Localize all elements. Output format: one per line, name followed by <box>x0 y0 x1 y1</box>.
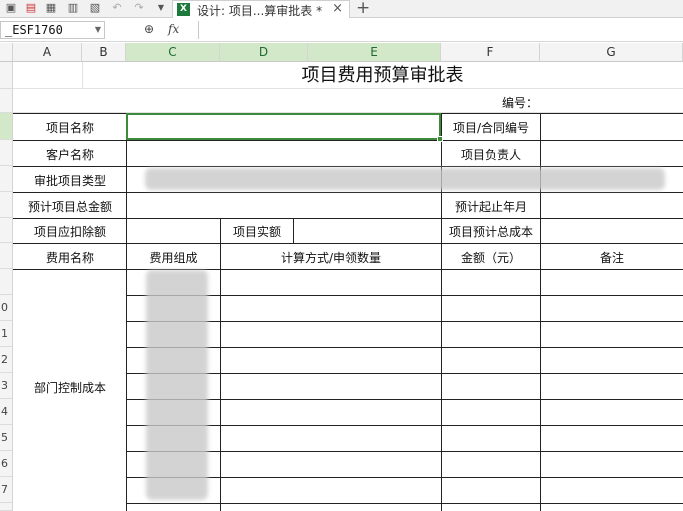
redacted-expense-items <box>146 270 208 500</box>
remarks-header[interactable]: 备注 <box>541 249 683 266</box>
estimated-cost-label[interactable]: 项目预计总成本 <box>442 223 540 240</box>
approval-type-label[interactable]: 审批项目类型 <box>14 172 126 189</box>
estimated-total-label[interactable]: 预计项目总金额 <box>14 198 126 215</box>
project-name-input[interactable] <box>126 113 441 140</box>
project-lead-label[interactable]: 项目负责人 <box>442 146 540 163</box>
amount-header[interactable]: 金额（元） <box>442 249 540 266</box>
expense-name-header[interactable]: 费用名称 <box>14 249 126 266</box>
estimated-period-label[interactable]: 预计起止年月 <box>442 198 540 215</box>
deduction-label[interactable]: 项目应扣除额 <box>14 223 126 240</box>
project-name-label[interactable]: 项目名称 <box>14 119 126 136</box>
client-name-label[interactable]: 客户名称 <box>14 146 126 163</box>
calc-method-header[interactable]: 计算方式/申领数量 <box>221 249 441 266</box>
redacted-project-types <box>145 168 665 190</box>
serial-number-label[interactable]: 编号： <box>490 94 538 111</box>
actual-amount-label[interactable]: 项目实额 <box>221 223 293 240</box>
fill-handle[interactable] <box>437 136 443 142</box>
dept-cost-label[interactable]: 部门控制成本 <box>14 379 126 396</box>
expense-composition-header[interactable]: 费用组成 <box>127 249 220 266</box>
sheet-title[interactable]: 项目费用预算审批表 <box>82 62 683 89</box>
contract-number-label[interactable]: 项目/合同编号 <box>442 119 540 136</box>
